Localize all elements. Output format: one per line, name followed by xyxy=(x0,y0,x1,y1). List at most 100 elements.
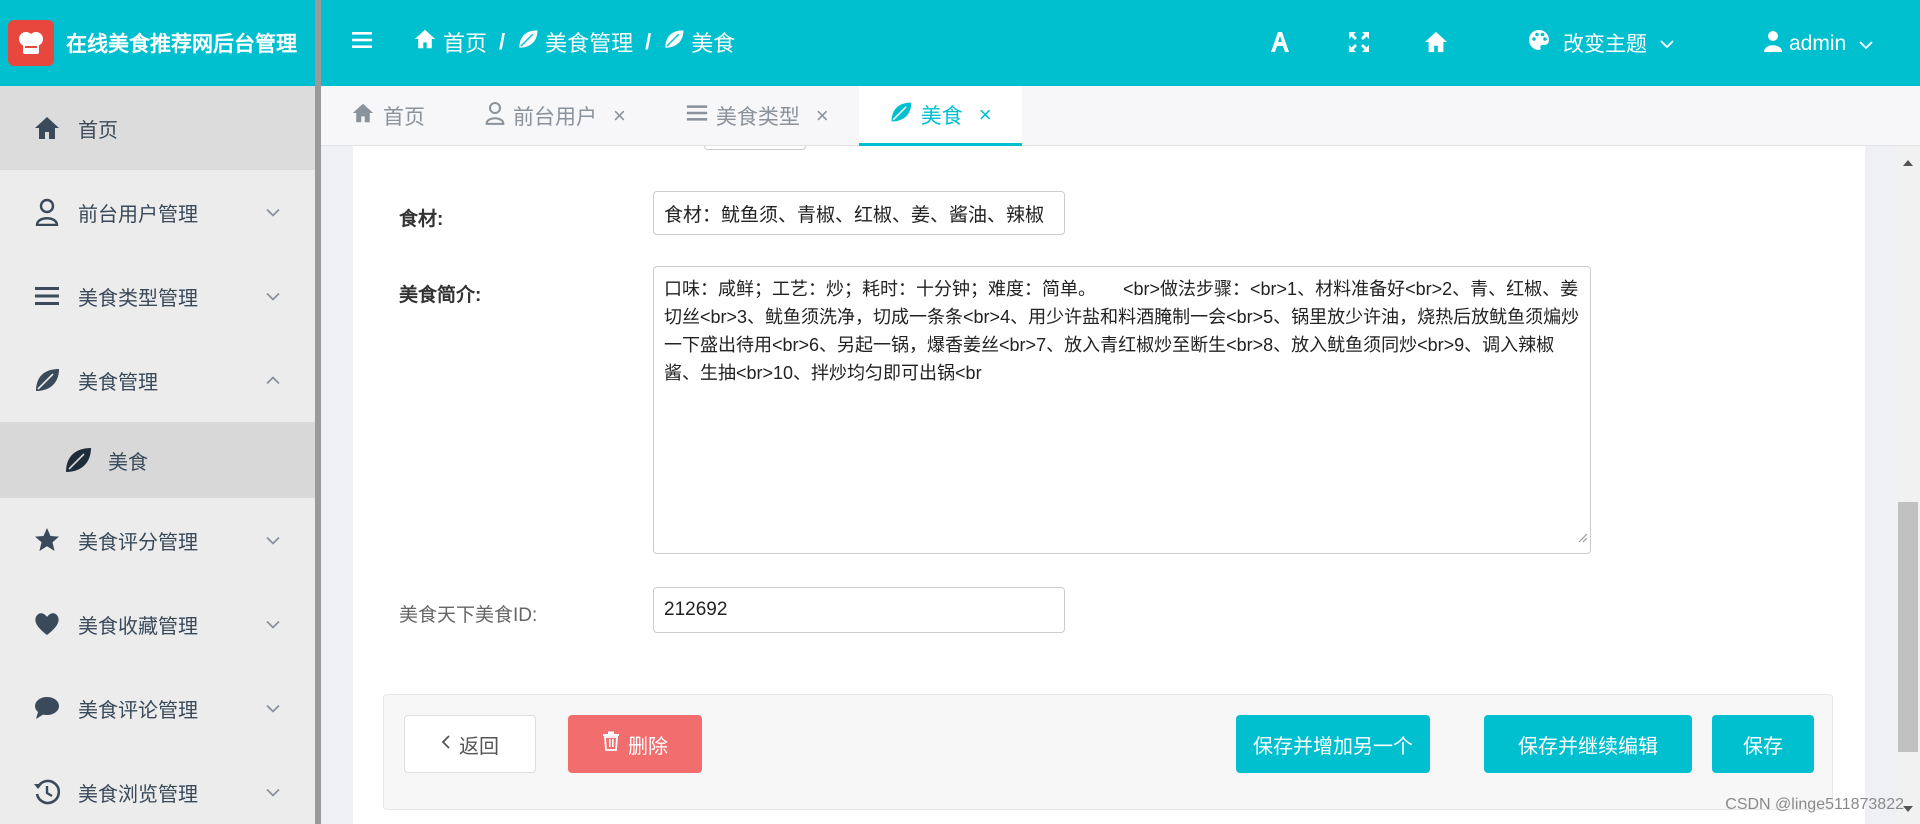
form-actions: 返回 删除 保存并增加另一个 保存并继续编辑 保存 xyxy=(383,694,1833,810)
back-button[interactable]: 返回 xyxy=(404,715,536,773)
sidebar-subitem-food[interactable]: 美食 xyxy=(0,422,315,498)
partial-field xyxy=(704,146,806,150)
tab-label: 前台用户 xyxy=(513,106,597,129)
main-scrollbar[interactable] xyxy=(1896,146,1920,824)
tab-food-types[interactable]: 美食类型 × xyxy=(656,86,859,146)
breadcrumb-separator: / xyxy=(645,29,652,54)
tab-label: 首页 xyxy=(383,106,425,129)
breadcrumb-home[interactable]: 首页 xyxy=(413,26,487,58)
leaf-icon xyxy=(663,28,685,56)
breadcrumb-separator: / xyxy=(499,29,506,54)
star-icon xyxy=(32,525,62,555)
home-icon[interactable] xyxy=(1423,30,1449,59)
chevron-down-icon xyxy=(265,781,281,804)
top-bar: 首页 / 美食管理 / 美食 改变主题 admin xyxy=(321,0,1920,86)
sidebar-item-favorites[interactable]: 美食收藏管理 xyxy=(0,582,315,666)
history-icon xyxy=(32,777,62,807)
breadcrumb-food: 美食 xyxy=(663,26,735,58)
tab-home[interactable]: 首页 xyxy=(321,86,455,146)
app-title: 在线美食推荐网后台管理 xyxy=(66,33,297,56)
menu-toggle-icon[interactable] xyxy=(351,30,373,55)
watermark: CSDN @linge511873822 xyxy=(1725,796,1904,813)
resize-handle-icon[interactable] xyxy=(1576,523,1588,551)
back-label: 返回 xyxy=(459,735,499,758)
sidebar-item-label: 美食评分管理 xyxy=(78,531,198,554)
delete-button[interactable]: 删除 xyxy=(568,715,702,773)
sidebar-item-label: 美食类型管理 xyxy=(78,287,198,310)
tab-label: 美食 xyxy=(920,104,963,128)
sidebar-menu: 首页 前台用户管理 美食类型管理 美食管理 美食 美食评分管理 美食收藏管理 美… xyxy=(0,86,315,824)
list-icon xyxy=(32,281,62,311)
sidebar-item-home[interactable]: 首页 xyxy=(0,86,315,170)
sidebar-item-food-types[interactable]: 美食类型管理 xyxy=(0,254,315,338)
fullscreen-icon[interactable] xyxy=(1347,30,1371,59)
chevron-up-icon xyxy=(265,369,281,392)
brand[interactable]: 在线美食推荐网后台管理 xyxy=(0,0,315,86)
change-theme-button[interactable]: 改变主题 xyxy=(1527,28,1675,58)
home-icon xyxy=(351,102,375,130)
trash-icon xyxy=(602,731,620,757)
sidebar-item-history[interactable]: 美食浏览管理 xyxy=(0,750,315,824)
tab-food[interactable]: 美食 × xyxy=(858,86,1022,146)
scroll-up-icon[interactable] xyxy=(1902,154,1914,172)
username: admin xyxy=(1789,32,1847,55)
tab-label: 美食类型 xyxy=(715,106,800,129)
home-icon xyxy=(413,28,437,56)
scrollbar-thumb[interactable] xyxy=(1898,502,1918,752)
user-icon xyxy=(32,197,62,227)
sidebar-item-label: 美食浏览管理 xyxy=(78,783,198,806)
breadcrumb: 首页 / 美食管理 / 美食 xyxy=(413,26,735,58)
change-theme-label: 改变主题 xyxy=(1563,33,1647,56)
intro-label: 美食简介: xyxy=(399,285,482,306)
save-add-another-button[interactable]: 保存并增加另一个 xyxy=(1236,715,1430,773)
intro-textarea[interactable]: 口味：咸鲜；工艺：炒；耗时：十分钟；难度：简单。 <br>做法步骤：<br>1、… xyxy=(653,266,1591,554)
save-button[interactable]: 保存 xyxy=(1712,715,1814,773)
sidebar-item-label: 前台用户管理 xyxy=(78,203,198,226)
close-icon[interactable]: × xyxy=(979,102,992,128)
chevron-down-icon xyxy=(265,529,281,552)
ingredients-label: 食材: xyxy=(399,209,444,230)
chevron-down-icon xyxy=(1858,32,1874,56)
leaf-icon xyxy=(32,365,62,395)
chevron-down-icon xyxy=(265,285,281,308)
food-id-label: 美食天下美食ID: xyxy=(399,605,538,626)
sidebar-item-label: 美食收藏管理 xyxy=(78,615,198,638)
chevron-down-icon xyxy=(265,201,281,224)
chevron-down-icon xyxy=(1659,31,1675,55)
leaf-icon xyxy=(517,28,539,56)
leaf-icon xyxy=(889,100,913,130)
tab-bar: 首页 前台用户 × 美食类型 × 美食 × xyxy=(321,86,1920,146)
font-size-icon[interactable] xyxy=(1269,30,1291,59)
sidebar-item-ratings[interactable]: 美食评分管理 xyxy=(0,498,315,582)
save-continue-button[interactable]: 保存并继续编辑 xyxy=(1484,715,1692,773)
tab-frontend-users[interactable]: 前台用户 × xyxy=(455,86,656,146)
sidebar-item-food[interactable]: 美食管理 xyxy=(0,338,315,422)
food-id-input[interactable]: 212692 xyxy=(653,587,1065,633)
chevron-down-icon xyxy=(265,697,281,720)
comment-icon xyxy=(32,693,62,723)
ingredients-input[interactable]: 食材：鱿鱼须、青椒、红椒、姜、酱油、辣椒 xyxy=(653,191,1065,235)
sidebar-item-label: 美食管理 xyxy=(78,371,158,394)
chevron-left-icon xyxy=(441,733,451,756)
user-icon xyxy=(485,101,505,131)
close-icon[interactable]: × xyxy=(816,103,829,129)
sidebar-item-comments[interactable]: 美食评论管理 xyxy=(0,666,315,750)
logo-icon xyxy=(8,20,54,66)
edit-form: 食材: 食材：鱿鱼须、青椒、红椒、姜、酱油、辣椒 美食简介: 口味：咸鲜；工艺：… xyxy=(353,146,1865,824)
list-icon xyxy=(686,103,708,129)
heart-icon xyxy=(32,609,62,639)
user-icon xyxy=(1763,30,1783,58)
intro-text: 口味：咸鲜；工艺：炒；耗时：十分钟；难度：简单。 <br>做法步骤：<br>1、… xyxy=(664,279,1580,383)
sidebar-item-label: 美食评论管理 xyxy=(78,699,198,722)
delete-label: 删除 xyxy=(628,735,668,758)
chevron-down-icon xyxy=(265,613,281,636)
sidebar: 在线美食推荐网后台管理 首页 前台用户管理 美食类型管理 美食管理 美食 美食评… xyxy=(0,0,315,824)
palette-icon xyxy=(1527,28,1551,58)
user-menu-button[interactable]: admin xyxy=(1763,30,1874,58)
close-icon[interactable]: × xyxy=(613,103,626,129)
breadcrumb-food-management[interactable]: 美食管理 xyxy=(517,26,633,58)
sidebar-item-users[interactable]: 前台用户管理 xyxy=(0,170,315,254)
leaf-icon xyxy=(62,444,94,476)
sidebar-item-label: 首页 xyxy=(78,119,118,142)
sidebar-subitem-label: 美食 xyxy=(108,451,148,474)
